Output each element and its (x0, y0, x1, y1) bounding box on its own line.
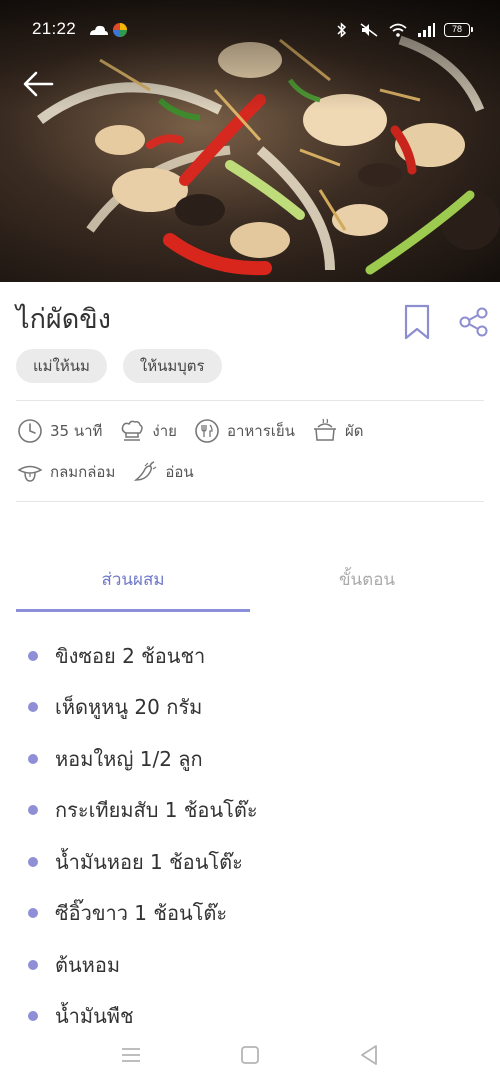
list-item: กระเทียมสับ 1 ช้อนโต๊ะ (24, 785, 258, 837)
back-button[interactable] (20, 64, 60, 104)
bluetooth-icon (337, 22, 347, 38)
ingredient-text: กระเทียมสับ 1 ช้อนโต๊ะ (55, 798, 258, 823)
ingredient-list: ขิงซอย 2 ช้อนชา เห็ดหูหนู 20 กรัม หอมใหญ… (24, 630, 258, 1042)
mute-icon (360, 23, 378, 37)
share-icon (459, 307, 488, 337)
meta-method: ผัด (311, 417, 364, 445)
tag-list: แม่ให้นม ให้นมบุตร (16, 349, 222, 383)
status-bar: 21:22 78 (0, 0, 500, 60)
system-nav-bar (0, 1028, 500, 1083)
ingredient-text: ขิงซอย 2 ช้อนชา (55, 643, 206, 668)
bullet-dot (28, 1011, 38, 1022)
tag-chip[interactable]: ให้นมบุตร (122, 349, 222, 383)
wifi-icon (389, 23, 407, 37)
bullet-dot (28, 753, 38, 764)
clock-icon (18, 419, 42, 443)
recipe-meta-row: 35 นาที ง่าย อาหารเย็น ผัด (16, 416, 379, 446)
status-time: 21:22 (32, 19, 77, 38)
ingredient-text: น้ำมันหอย 1 ช้อนโต๊ะ (55, 849, 243, 874)
chef-hat-icon (122, 420, 144, 441)
ingredient-text: เห็ดหูหนู 20 กรัม (55, 695, 203, 720)
ingredient-text: หอมใหญ่ 1/2 ลูก (55, 746, 203, 771)
tab-steps[interactable]: ขั้นตอน (250, 566, 484, 596)
meta-texture-text: อ่อน (165, 463, 194, 481)
share-button[interactable] (458, 306, 490, 338)
meta-method-text: ผัด (344, 422, 364, 440)
bullet-dot (28, 805, 38, 816)
bullet-dot (28, 959, 38, 970)
bullet-dot (28, 650, 38, 661)
bullet-dot (28, 856, 38, 867)
meta-difficulty: ง่าย (118, 417, 177, 445)
recipe-title: ไก่ผัดขิง (16, 304, 111, 335)
arrow-left-icon (23, 71, 54, 97)
tab-ingredients[interactable]: ส่วนผสม (16, 566, 250, 596)
meta-taste: กลมกล่อม (16, 458, 115, 486)
meta-time-text: 35 นาที (50, 422, 103, 440)
meta-temperature: อาหารเย็น (193, 417, 295, 445)
menu-icon[interactable] (118, 1042, 144, 1068)
battery-level: 78 (451, 24, 462, 34)
status-indicators: 78 (334, 20, 473, 40)
bookmark-button[interactable] (404, 304, 430, 340)
meta-texture: อ่อน (131, 458, 194, 486)
back-triangle-icon[interactable] (356, 1042, 382, 1068)
utensils-icon (195, 419, 219, 443)
list-item: ต้นหอม (24, 939, 258, 991)
divider (16, 501, 484, 502)
recipe-meta-row: กลมกล่อม อ่อน (16, 457, 210, 487)
cloud-icon (90, 23, 127, 37)
list-item: ซีอิ๊วขาว 1 ช้อนโต๊ะ (24, 888, 258, 940)
meta-difficulty-text: ง่าย (152, 422, 177, 440)
list-item: ขิงซอย 2 ช้อนชา (24, 630, 258, 682)
meta-taste-text: กลมกล่อม (50, 463, 116, 481)
ingredient-text: ซีอิ๊วขาว 1 ช้อนโต๊ะ (55, 901, 228, 926)
list-item: หอมใหญ่ 1/2 ลูก (24, 733, 258, 785)
ingredient-text: ต้นหอม (55, 952, 121, 977)
meta-time: 35 นาที (16, 417, 102, 445)
tongue-icon (17, 465, 43, 482)
meta-temperature-text: อาหารเย็น (226, 422, 295, 440)
list-item: น้ำมันหอย 1 ช้อนโต๊ะ (24, 836, 258, 888)
active-tab-indicator (16, 609, 250, 612)
bookmark-icon (404, 304, 430, 340)
bullet-dot (28, 702, 38, 713)
list-item: เห็ดหูหนู 20 กรัม (24, 682, 258, 734)
home-icon[interactable] (237, 1042, 263, 1068)
pot-icon (313, 418, 336, 441)
bullet-dot (28, 908, 38, 919)
chili-icon (134, 461, 157, 481)
battery-icon: 78 (444, 23, 473, 37)
tag-chip[interactable]: แม่ให้นม (16, 349, 107, 383)
signal-icon (418, 23, 435, 37)
divider (16, 400, 484, 401)
